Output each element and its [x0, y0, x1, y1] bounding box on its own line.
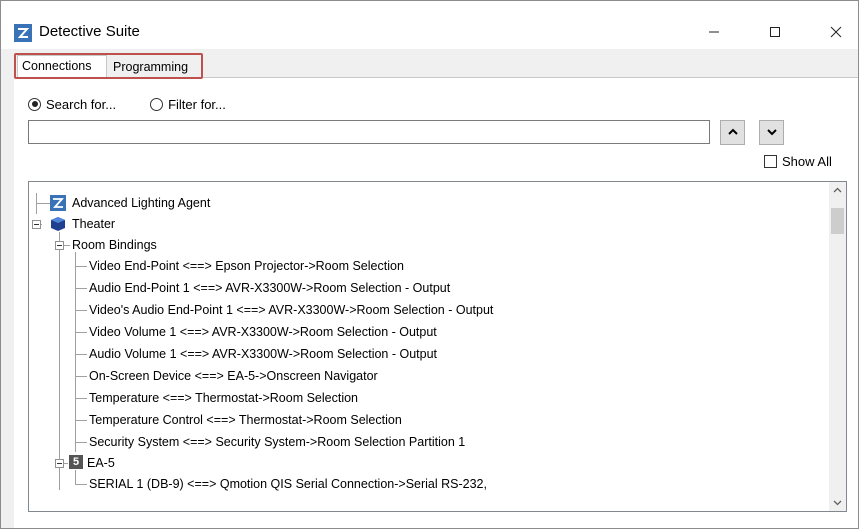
show-all-checkbox[interactable] — [764, 155, 777, 168]
tree-node-room-bindings[interactable]: Room Bindings — [72, 235, 157, 255]
tree-connector — [75, 470, 76, 484]
tree-node-agent[interactable]: Advanced Lighting Agent — [72, 193, 210, 213]
search-for-label[interactable]: Search for... — [46, 97, 116, 112]
find-next-button[interactable] — [759, 120, 784, 145]
controller-icon: 5 — [69, 455, 83, 469]
room-icon — [50, 216, 66, 232]
tree-node-binding[interactable]: On-Screen Device <==> EA-5->Onscreen Nav… — [89, 366, 378, 386]
scroll-up-button[interactable] — [829, 182, 846, 199]
tab-highlight-annotation — [14, 53, 203, 79]
title-bar[interactable]: Detective Suite — [1, 1, 858, 49]
tree-content: Advanced Lighting Agent Theater Room Bin… — [29, 182, 824, 511]
tree-connector — [75, 484, 87, 485]
tree-connector — [75, 266, 87, 267]
app-logo-icon — [14, 24, 32, 42]
tree-node-binding[interactable]: Video Volume 1 <==> AVR-X3300W->Room Sel… — [89, 322, 437, 342]
tree-connector — [75, 420, 87, 421]
tree-node-binding[interactable]: Temperature Control <==> Thermostat->Roo… — [89, 410, 402, 430]
tree-connector — [75, 310, 87, 311]
tree-node-binding[interactable]: Temperature <==> Thermostat->Room Select… — [89, 388, 358, 408]
scrollbar-thumb[interactable] — [831, 208, 844, 234]
tree-connector — [75, 398, 87, 399]
chevron-up-icon — [727, 128, 738, 135]
search-for-radio[interactable] — [28, 97, 41, 111]
show-all-control[interactable]: Show All — [764, 154, 832, 169]
search-input[interactable] — [28, 120, 710, 144]
filter-for-label[interactable]: Filter for... — [168, 97, 226, 112]
find-previous-button[interactable] — [720, 120, 745, 145]
collapse-toggle[interactable] — [32, 220, 41, 229]
minimize-button[interactable] — [691, 15, 737, 49]
tree-connector — [75, 442, 87, 443]
scroll-down-button[interactable] — [829, 494, 846, 511]
filter-for-radio[interactable] — [150, 97, 164, 111]
tree-node-room[interactable]: Theater — [72, 214, 115, 234]
window-title: Detective Suite — [39, 23, 140, 40]
tree-connector — [75, 288, 87, 289]
minimize-icon — [709, 31, 719, 33]
agent-icon — [50, 195, 66, 211]
main-window: Detective Suite Connections Programming … — [0, 0, 859, 529]
tree-node-binding[interactable]: Video's Audio End-Point 1 <==> AVR-X3300… — [89, 300, 493, 320]
chevron-down-icon — [766, 129, 777, 136]
show-all-label[interactable]: Show All — [782, 154, 832, 169]
tree-node-binding[interactable]: Security System <==> Security System->Ro… — [89, 432, 465, 452]
tree-node-device[interactable]: EA-5 — [87, 453, 115, 473]
search-mode-group: Search for... Filter for... — [28, 95, 260, 113]
collapse-toggle[interactable] — [55, 459, 64, 468]
tree-scrollbar[interactable] — [829, 182, 846, 511]
connections-tree[interactable]: Advanced Lighting Agent Theater Room Bin… — [28, 181, 847, 512]
tree-node-binding[interactable]: Audio Volume 1 <==> AVR-X3300W->Room Sel… — [89, 344, 437, 364]
tree-connector — [64, 245, 70, 246]
close-icon — [830, 26, 842, 38]
maximize-icon — [770, 26, 780, 37]
tree-connector — [75, 332, 87, 333]
tree-connector — [59, 232, 60, 490]
close-button[interactable] — [813, 15, 858, 49]
tree-connector — [75, 354, 87, 355]
tree-node-connection[interactable]: SERIAL 1 (DB-9) <==> Qmotion QIS Serial … — [89, 474, 487, 494]
chevron-down-icon — [833, 500, 842, 506]
maximize-button[interactable] — [752, 15, 798, 49]
chevron-up-icon — [833, 187, 842, 193]
tree-connector — [36, 203, 50, 204]
tree-node-binding[interactable]: Audio End-Point 1 <==> AVR-X3300W->Room … — [89, 278, 450, 298]
tree-node-binding[interactable]: Video End-Point <==> Epson Projector->Ro… — [89, 256, 404, 276]
tree-connector — [75, 376, 87, 377]
tree-connector — [64, 463, 68, 464]
collapse-toggle[interactable] — [55, 241, 64, 250]
tree-connector — [75, 252, 76, 452]
